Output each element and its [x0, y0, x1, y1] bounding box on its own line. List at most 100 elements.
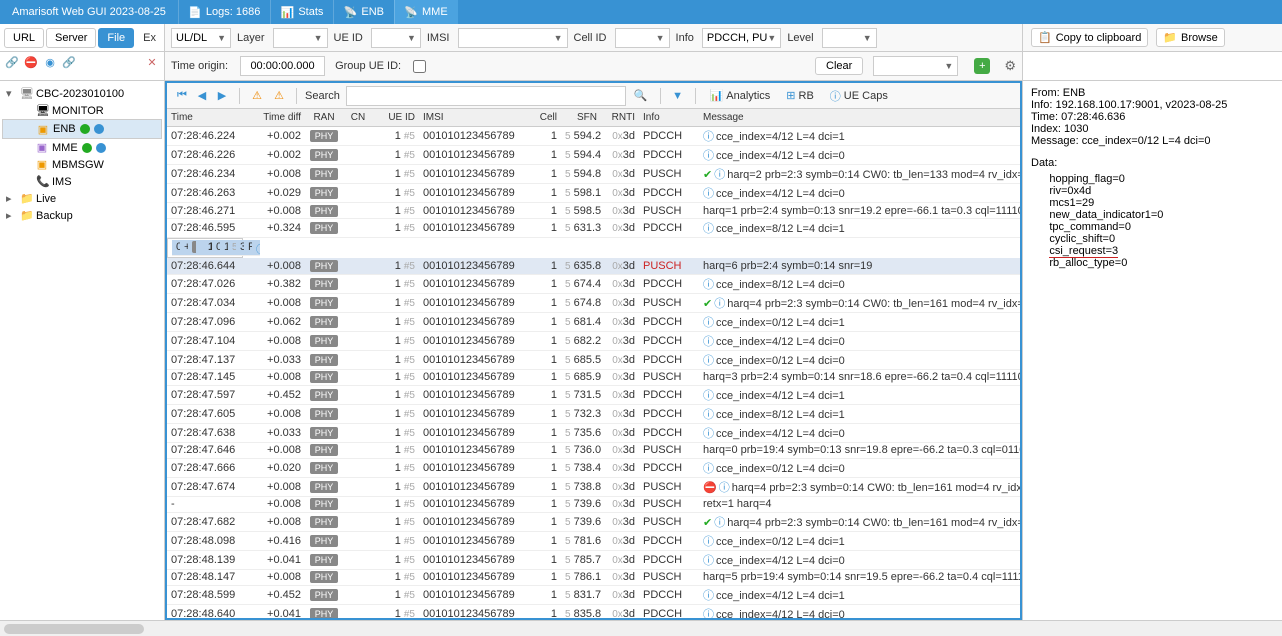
tree-live[interactable]: ▸📁Live: [2, 190, 162, 207]
stop-icon[interactable]: ⛔: [23, 54, 39, 70]
table-row[interactable]: 07:28:48.139+0.041PHY1 #5001010123456789…: [167, 550, 1020, 569]
cellid-select[interactable]: ▼: [615, 28, 670, 48]
table-row[interactable]: 07:28:47.034+0.008PHY1 #5001010123456789…: [167, 293, 1020, 312]
col-header[interactable]: RAN: [305, 109, 343, 127]
table-row[interactable]: 07:28:46.595+0.324PHY1 #5001010123456789…: [167, 219, 1020, 238]
table-row[interactable]: 07:28:46.271+0.008PHY1 #5001010123456789…: [167, 203, 1020, 219]
chevron-down-icon: ▼: [407, 33, 416, 43]
node-icon[interactable]: ◉: [42, 54, 58, 70]
warning-icon[interactable]: ⚠: [248, 87, 266, 105]
table-row[interactable]: 07:28:46.226+0.002PHY1 #5001010123456789…: [167, 146, 1020, 165]
copy-button[interactable]: 📋Copy to clipboard: [1031, 28, 1148, 47]
table-row[interactable]: 07:28:46.234+0.008PHY1 #5001010123456789…: [167, 165, 1020, 184]
close-icon[interactable]: ✕: [144, 54, 160, 70]
table-row[interactable]: 07:28:47.597+0.452PHY1 #5001010123456789…: [167, 385, 1020, 404]
level-label: Level: [787, 32, 813, 44]
tab-mme[interactable]: 📡MME: [394, 0, 458, 24]
link2-icon[interactable]: 🔗: [61, 54, 77, 70]
table-row[interactable]: 07:28:48.147+0.008PHY1 #5001010123456789…: [167, 569, 1020, 585]
folder-icon: 📁: [20, 209, 32, 222]
clear-select[interactable]: ▼: [873, 56, 958, 76]
table-row[interactable]: 07:28:48.599+0.452PHY1 #5001010123456789…: [167, 585, 1020, 604]
chevron-down-icon: ▼: [656, 33, 665, 43]
tree-node-mbmsgw[interactable]: ▣MBMSGW: [2, 156, 162, 173]
table-row[interactable]: 07:28:47.104+0.008PHY1 #5001010123456789…: [167, 331, 1020, 350]
url-button[interactable]: URL: [4, 28, 44, 48]
chevron-down-icon: ▼: [217, 33, 226, 43]
time-origin-label: Time origin:: [171, 60, 228, 72]
warning-icon[interactable]: ⚠: [270, 87, 288, 105]
analytics-link[interactable]: 📊Analytics: [704, 87, 777, 104]
table-row[interactable]: 07:28:48.098+0.416PHY1 #5001010123456789…: [167, 531, 1020, 550]
col-header[interactable]: Info: [639, 109, 699, 127]
layer-select[interactable]: ▼: [273, 28, 328, 48]
table-row[interactable]: 07:28:46.263+0.029PHY1 #5001010123456789…: [167, 184, 1020, 203]
app-title: Amarisoft Web GUI 2023-08-25: [0, 6, 178, 18]
table-row[interactable]: 07:28:46.644+0.008PHY1 #5001010123456789…: [167, 258, 1020, 274]
table-row[interactable]: -+0.008PHY1 #500101012345678915 739.60x3…: [167, 496, 1020, 512]
cellid-label: Cell ID: [574, 32, 607, 44]
col-header[interactable]: SFN: [561, 109, 601, 127]
tree-node-ims[interactable]: 📞IMS: [2, 173, 162, 190]
search-input[interactable]: [346, 86, 626, 106]
col-header[interactable]: Time diff: [243, 109, 305, 127]
server-button[interactable]: Server: [46, 28, 96, 48]
browse-button[interactable]: 📁Browse: [1156, 28, 1224, 47]
col-header[interactable]: Cell: [531, 109, 561, 127]
table-row[interactable]: 07:28:47.682+0.008PHY1 #5001010123456789…: [167, 512, 1020, 531]
level-select[interactable]: ▼: [822, 28, 877, 48]
table-row[interactable]: 07:28:47.605+0.008PHY1 #5001010123456789…: [167, 404, 1020, 423]
table-row[interactable]: 07:28:47.674+0.008PHY1 #5001010123456789…: [167, 477, 1020, 496]
plus-icon[interactable]: +: [974, 58, 990, 74]
table-row[interactable]: 07:28:48.640+0.041PHY1 #5001010123456789…: [167, 604, 1020, 618]
table-row[interactable]: 07:28:47.646+0.008PHY1 #5001010123456789…: [167, 442, 1020, 458]
link-icon[interactable]: 🔗: [4, 54, 20, 70]
file-button[interactable]: File: [98, 28, 134, 48]
doc-icon: 📄: [189, 6, 201, 18]
search-label: Search: [305, 90, 340, 102]
col-header[interactable]: UE ID: [373, 109, 419, 127]
table-row[interactable]: 07:28:47.026+0.382PHY1 #5001010123456789…: [167, 274, 1020, 293]
prev-icon[interactable]: ◀: [193, 87, 211, 105]
imsi-label: IMSI: [427, 32, 450, 44]
radio-icon: 📡: [344, 6, 356, 18]
scrollbar[interactable]: [0, 620, 1282, 636]
tree-node-monitor[interactable]: 🖥MONITOR: [2, 102, 162, 119]
rb-link[interactable]: ⊞RB: [780, 87, 820, 104]
col-header[interactable]: Time: [167, 109, 243, 127]
tab-stats[interactable]: 📊Stats: [270, 0, 333, 24]
group-ueid-checkbox[interactable]: [413, 60, 426, 73]
tree-root[interactable]: ▾🖥CBC-2023010100: [2, 85, 162, 102]
next-icon[interactable]: ▶: [213, 87, 231, 105]
tree-node-mme[interactable]: ▣MME: [2, 139, 162, 156]
info-select[interactable]: PDCCH, PU▼: [702, 28, 781, 48]
binoculars-icon[interactable]: 🔍: [630, 89, 652, 102]
info-label: Info: [676, 32, 694, 44]
first-icon[interactable]: ⏮: [173, 87, 191, 105]
uldl-select[interactable]: UL/DL▼: [171, 28, 231, 48]
tree-node-enb[interactable]: ▣ENB: [2, 119, 162, 139]
table-row[interactable]: 07:28:47.145+0.008PHY1 #5001010123456789…: [167, 369, 1020, 385]
clear-button[interactable]: Clear: [815, 57, 863, 75]
detail-panel: From: ENB Info: 192.168.100.17:9001, v20…: [1022, 81, 1282, 620]
table-row[interactable]: 07:28:47.096+0.062PHY1 #5001010123456789…: [167, 312, 1020, 331]
table-row[interactable]: 07:28:47.638+0.033PHY1 #5001010123456789…: [167, 423, 1020, 442]
table-row[interactable]: 07:28:47.137+0.033PHY1 #5001010123456789…: [167, 350, 1020, 369]
col-header[interactable]: Message: [699, 109, 1020, 127]
ueid-select[interactable]: ▼: [371, 28, 421, 48]
imsi-select[interactable]: ▼: [458, 28, 568, 48]
tab-logs[interactable]: 📄Logs: 1686: [178, 0, 270, 24]
tree-backup[interactable]: ▸📁Backup: [2, 207, 162, 224]
col-header[interactable]: IMSI: [419, 109, 531, 127]
table-row[interactable]: 07:28:47.666+0.020PHY1 #5001010123456789…: [167, 458, 1020, 477]
tab-enb[interactable]: 📡ENB: [333, 0, 394, 24]
gear-icon[interactable]: ⚙: [1004, 58, 1016, 74]
col-header[interactable]: RNTI: [601, 109, 639, 127]
uecaps-link[interactable]: ⓘUE Caps: [824, 86, 894, 106]
grid-icon: ⊞: [786, 89, 795, 102]
down-icon[interactable]: ▼: [669, 87, 687, 105]
table-row[interactable]: 07:28:46.224+0.002PHY1 #5001010123456789…: [167, 127, 1020, 146]
col-header[interactable]: CN: [343, 109, 373, 127]
time-origin-input[interactable]: [240, 56, 325, 76]
table-row[interactable]: 07:28:46.636+0.041PHY100101012345678915 …: [167, 238, 243, 258]
